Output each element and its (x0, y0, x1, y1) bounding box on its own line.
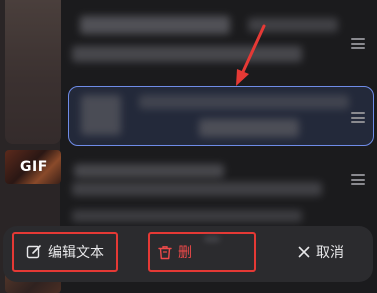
delete-button[interactable]: 删 (148, 232, 256, 272)
close-icon (298, 246, 310, 258)
trash-icon (158, 245, 172, 260)
drag-handle-icon[interactable] (351, 174, 365, 185)
list-item[interactable] (68, 10, 371, 78)
edit-text-label: 编辑文本 (48, 245, 104, 261)
blurred-content (74, 164, 224, 178)
edit-icon (26, 244, 42, 260)
cancel-label: 取消 (316, 245, 344, 261)
blurred-content (199, 119, 299, 137)
blurred-content (72, 182, 322, 196)
blurred-content (81, 95, 121, 135)
blurred-content (248, 18, 338, 32)
overlay-artifact (204, 236, 220, 242)
action-bar: 编辑文本 删 取消 (3, 226, 373, 282)
list-item[interactable] (68, 160, 371, 202)
gif-badge: GIF (20, 159, 48, 175)
blurred-content (72, 210, 302, 222)
drag-handle-icon[interactable] (351, 112, 365, 123)
gif-thumbnail[interactable]: GIF (5, 150, 61, 184)
list-item-selected[interactable] (68, 86, 374, 148)
blurred-content (80, 16, 230, 34)
cancel-button[interactable]: 取消 (283, 232, 359, 272)
delete-label: 删 (178, 245, 192, 261)
app-screen: GIF 编辑文本 删 取消 (0, 0, 377, 293)
edit-text-button[interactable]: 编辑文本 (12, 232, 118, 272)
blurred-content (72, 46, 302, 62)
selected-card[interactable] (68, 86, 374, 146)
thumbnail-image[interactable] (5, 0, 61, 144)
drag-handle-icon[interactable] (351, 38, 365, 49)
list-item[interactable] (68, 208, 371, 228)
blurred-content (139, 95, 349, 109)
